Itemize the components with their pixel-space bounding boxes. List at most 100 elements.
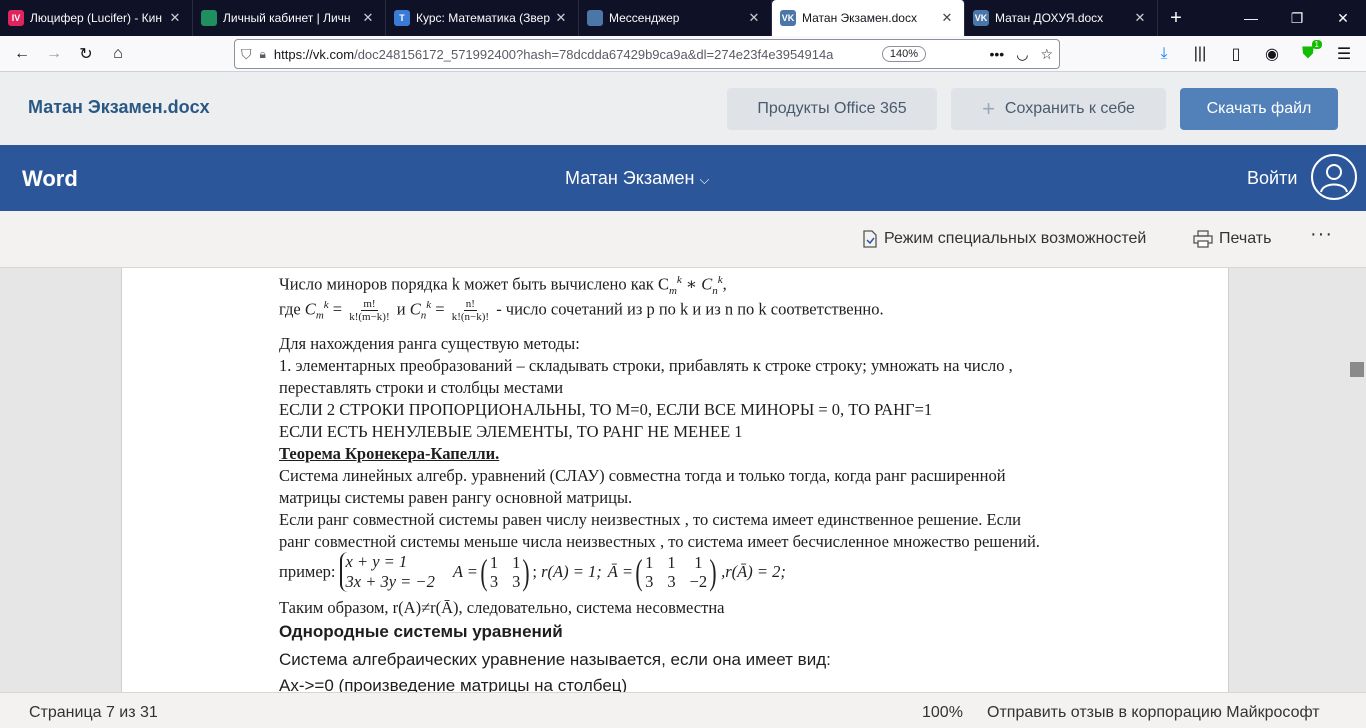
reload-icon[interactable]: ↻ <box>70 38 102 70</box>
browser-tab-strip: IV Люцифер (Lucifer) - Кин ✕ Личный кабинет… <box>0 0 1366 36</box>
viewer-toolbar: Режим специальных возможностей Печать ··… <box>0 211 1366 268</box>
combination-formula-line: где Cmk = m! k!(m−k)! и Cnk = n! k!(n−k)! … <box>279 298 884 323</box>
document-name: Матан Экзамен <box>565 168 695 188</box>
where-text: где <box>279 299 301 319</box>
rank-a: r(A) = 1; <box>541 562 602 581</box>
extension-shield-icon[interactable]: ⛊ 1 <box>1292 38 1324 70</box>
homogeneous-heading: Однородные системы уравнений <box>279 622 563 641</box>
accessibility-doc-icon <box>863 230 877 248</box>
tab-close-icon[interactable]: ✕ <box>1131 10 1149 26</box>
tab-favicon-icon: IV <box>8 10 24 26</box>
status-bar: Страница 7 из 31 100% Отправить отзыв в … <box>0 692 1366 728</box>
library-icon[interactable]: ||| <box>1184 38 1216 70</box>
hamburger-menu-icon[interactable]: ☰ <box>1328 38 1360 70</box>
zoom-level-badge[interactable]: 140% <box>881 46 927 62</box>
save-to-self-button[interactable]: + Сохранить к себе <box>951 88 1166 130</box>
tab-close-icon[interactable]: ✕ <box>359 10 377 26</box>
feedback-link[interactable]: Отправить отзыв в корпорацию Майкрософт <box>987 704 1320 722</box>
theorem-line: матрицы системы равен рангу основной мат… <box>279 488 633 507</box>
tab-favicon-icon <box>587 10 603 26</box>
browser-tab[interactable]: T Курс: Математика (Звер ✕ <box>386 0 579 36</box>
minors-text: Число миноров порядка k может быть вычис… <box>279 274 669 294</box>
text-line: Для нахождения ранга существую методы: <box>279 334 580 353</box>
document-canvas[interactable]: Число миноров порядка k может быть вычис… <box>0 268 1366 692</box>
url-actions: ••• ◡ ☆ <box>990 46 1054 63</box>
extension-badge: 1 <box>1311 40 1322 49</box>
pocket-icon[interactable]: ◡ <box>1016 46 1028 63</box>
fraction-m-numerator: m! <box>361 298 378 311</box>
tab-favicon-icon <box>201 10 217 26</box>
url-host: https://vk.com <box>273 46 355 62</box>
text-line: переставлять строки и столбцы местами <box>279 378 564 397</box>
equation-system: x + y = 1 3x + 3y = −2 <box>339 552 435 592</box>
zoom-value[interactable]: 100% <box>922 704 963 722</box>
sign-in-link[interactable]: Войти <box>1247 168 1297 189</box>
theorem-heading: Теорема Кронекера-Капелли. <box>279 444 500 463</box>
more-actions-icon[interactable]: ••• <box>990 46 1005 63</box>
tab-list: IV Люцифер (Lucifer) - Кин ✕ Личный кабинет… <box>0 0 1158 36</box>
example-label: пример: <box>279 562 336 581</box>
text-line: ЕСЛИ ЕСТЬ НЕНУЛЕВЫЕ ЭЛЕМЕНТЫ, ТО РАНГ НЕ… <box>279 422 743 441</box>
url-bar[interactable]: ⛉ 🔒︎ https://vk.com/doc248156172_5719924… <box>234 39 1060 69</box>
accessibility-mode-button[interactable]: Режим специальных возможностей <box>862 230 1146 248</box>
theorem-line: Если ранг совместной системы равен числу… <box>279 510 1021 529</box>
tab-close-icon[interactable]: ✕ <box>745 10 763 26</box>
home-icon[interactable]: ⌂ <box>102 38 134 70</box>
lock-icon[interactable]: 🔒︎ <box>260 47 266 62</box>
scrollbar-thumb[interactable] <box>1350 362 1364 377</box>
forward-icon[interactable]: → <box>38 38 70 70</box>
document-page: Число миноров порядка k может быть вычис… <box>121 268 1229 692</box>
document-name-menu[interactable]: Матан Экзамен ⌵ <box>565 168 709 189</box>
browser-tab[interactable]: VK Матан Экзамен.docx ✕ <box>772 0 965 36</box>
text-line: 1. элементарных преобразований – складыв… <box>279 356 1013 375</box>
bookmark-star-icon[interactable]: ☆ <box>1040 46 1053 63</box>
document-title: Матан Экзамен.docx <box>28 97 210 117</box>
back-icon[interactable]: ← <box>6 38 38 70</box>
print-label: Печать <box>1219 230 1272 247</box>
browser-tab[interactable]: VK Матан ДОХУЯ.docx ✕ <box>965 0 1158 36</box>
print-button[interactable]: Печать <box>1193 230 1271 248</box>
matrix-a: (1 1 3 3) <box>480 552 530 592</box>
tab-close-icon[interactable]: ✕ <box>166 10 184 26</box>
sidebar-icon[interactable]: ▯ <box>1220 38 1252 70</box>
tab-close-icon[interactable]: ✕ <box>938 10 956 26</box>
tab-favicon-icon: VK <box>780 10 796 26</box>
word-logo[interactable]: Word <box>22 166 78 192</box>
navigation-bar: ← → ↻ ⌂ ⛉ 🔒︎ https://vk.com/doc248156172… <box>0 36 1366 72</box>
theorem-line: Система линейных алгебр. уравнений (СЛАУ… <box>279 466 1006 485</box>
close-window-icon[interactable]: ✕ <box>1320 0 1366 36</box>
more-options-icon[interactable]: ··· <box>1310 223 1333 246</box>
document-header: Матан Экзамен.docx Продукты Office 365 +… <box>0 72 1366 145</box>
url-text[interactable]: https://vk.com/doc248156172_571992400?ha… <box>274 47 874 62</box>
tab-title: Люцифер (Lucifer) - Кин <box>30 11 162 25</box>
shield-icon[interactable]: ⛉ <box>241 46 252 63</box>
theorem-line: ранг совместной системы меньше числа неи… <box>279 532 1040 551</box>
browser-tab[interactable]: Мессенджер ✕ <box>579 0 772 36</box>
download-icon[interactable]: ⤓ <box>1148 38 1180 70</box>
save-label: Сохранить к себе <box>1004 100 1135 117</box>
tab-close-icon[interactable]: ✕ <box>552 10 570 26</box>
fraction-m-denominator: k!(m−k)! <box>349 311 390 323</box>
tab-title: Матан Экзамен.docx <box>802 11 917 25</box>
minimize-icon[interactable]: — <box>1228 0 1274 36</box>
chevron-down-icon: ⌵ <box>699 172 710 187</box>
word-app-bar: Word Матан Экзамен ⌵ Войти <box>0 145 1366 211</box>
matrix-a-extended: (1 1 1 3 3 −2) <box>635 552 717 592</box>
browser-tab[interactable]: Личный кабинет | Личн ✕ <box>193 0 386 36</box>
new-tab-button[interactable]: + <box>1158 0 1194 36</box>
user-avatar-icon[interactable] <box>1311 154 1357 200</box>
minors-count-line: Число миноров порядка k может быть вычис… <box>279 274 727 297</box>
toolbar-right: ⤓ ||| ▯ ◉ ⛊ 1 ☰ <box>1148 38 1360 70</box>
tab-title: Курс: Математика (Звер <box>416 11 550 25</box>
download-file-button[interactable]: Скачать файл <box>1180 88 1338 130</box>
homogeneous-line: Система алгебраических уравнение называе… <box>279 650 831 669</box>
equation-2: 3x + 3y = −2 <box>345 572 435 591</box>
account-icon[interactable]: ◉ <box>1256 38 1288 70</box>
browser-tab[interactable]: IV Люцифер (Lucifer) - Кин ✕ <box>0 0 193 36</box>
page-counter: Страница 7 из 31 <box>29 704 158 721</box>
tab-favicon-icon: T <box>394 10 410 26</box>
fraction-n-numerator: n! <box>463 298 477 311</box>
office-products-button[interactable]: Продукты Office 365 <box>727 88 937 130</box>
fraction-m: m! k!(m−k)! <box>349 298 389 323</box>
restore-icon[interactable]: ❐ <box>1274 0 1320 36</box>
